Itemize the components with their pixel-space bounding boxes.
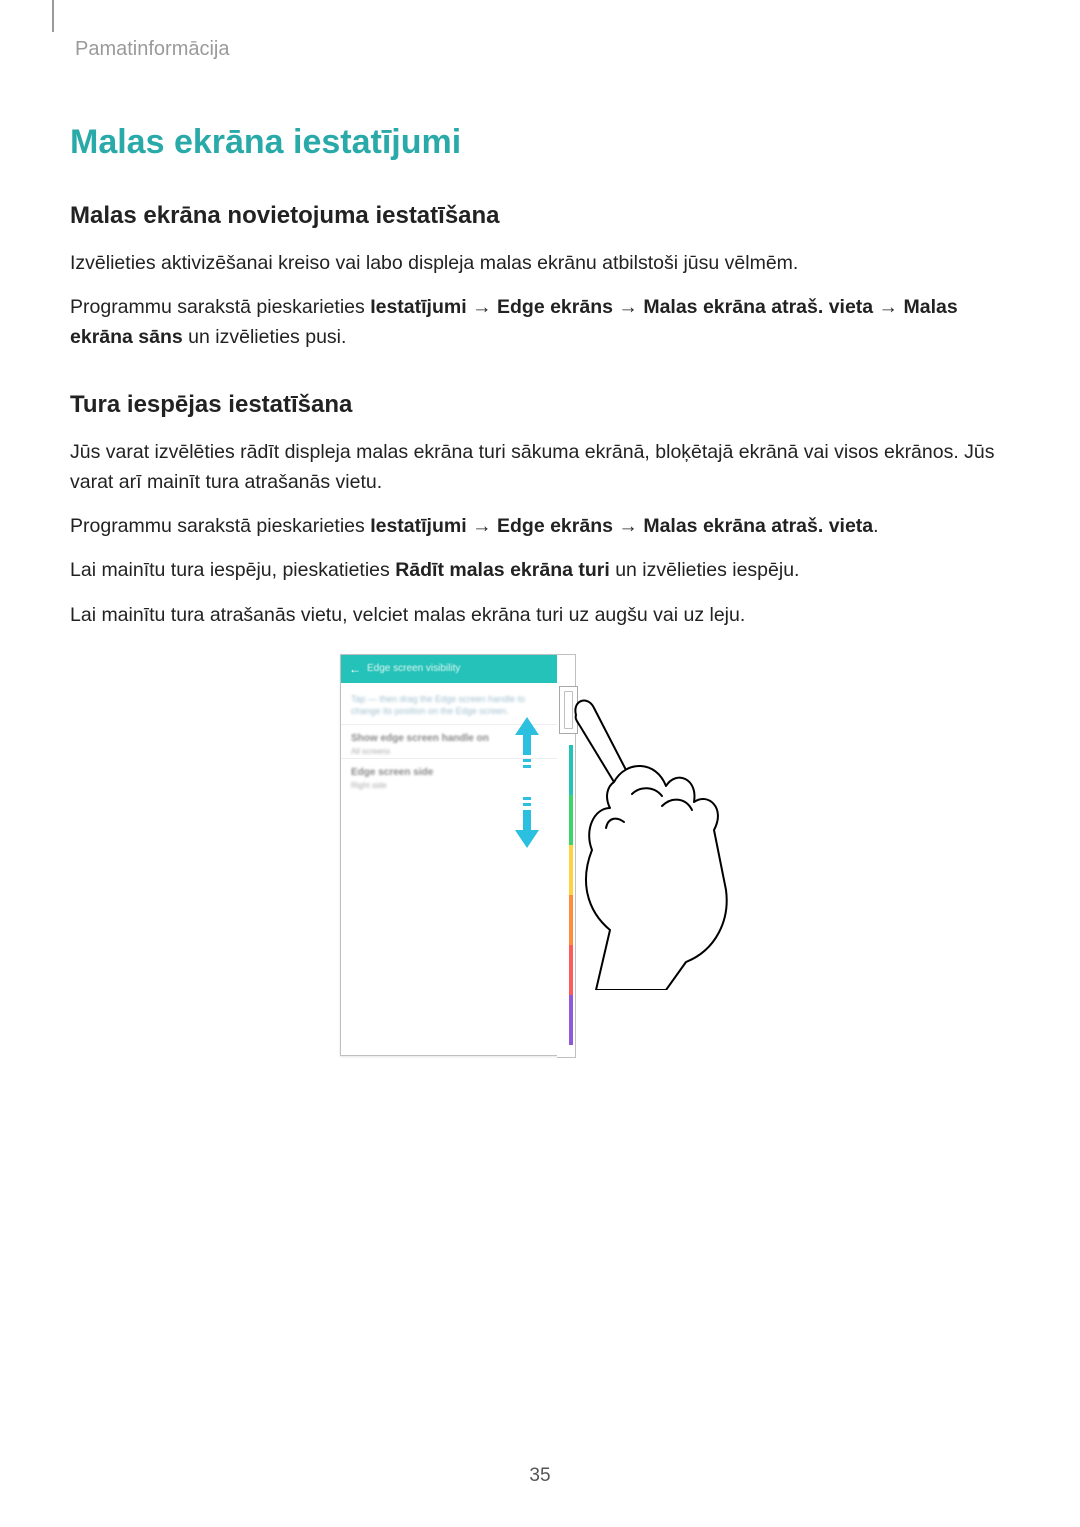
- text-fragment: Lai mainītu tura iespēju, pieskatieties: [70, 559, 395, 581]
- nav-step-edge-screen: Edge ekrāns: [497, 296, 613, 318]
- nav-step-edge-screen: Edge ekrāns: [497, 515, 613, 537]
- section2-paragraph2: Programmu sarakstā pieskarieties Iestatī…: [70, 511, 1010, 541]
- mock-row-sub: Right side: [351, 781, 547, 790]
- section2-paragraph4: Lai mainītu tura atrašanās vietu, velcie…: [70, 600, 1010, 630]
- text-fragment: Programmu sarakstā pieskarieties: [70, 296, 370, 318]
- tab-indicator: [52, 0, 54, 32]
- mock-toolbar: ← Edge screen visibility: [341, 655, 557, 683]
- section1-paragraph1: Izvēlieties aktivizēšanai kreiso vai lab…: [70, 248, 1010, 278]
- arrow-right-icon: →: [467, 296, 497, 318]
- section2-paragraph3: Lai mainītu tura iespēju, pieskatieties …: [70, 555, 1010, 585]
- page-number: 35: [0, 1465, 1080, 1487]
- mock-toolbar-title: Edge screen visibility: [367, 663, 460, 674]
- section1-heading: Malas ekrāna novietojuma iestatīšana: [70, 202, 1010, 230]
- nav-step-settings: Iestatījumi: [370, 296, 466, 318]
- nav-step-settings: Iestatījumi: [370, 515, 466, 537]
- arrow-right-icon: →: [613, 515, 643, 537]
- arrow-right-icon: →: [613, 296, 643, 318]
- drag-down-arrow-icon: [513, 795, 541, 850]
- drag-up-arrow-icon: [513, 715, 541, 770]
- text-fragment: un izvēlieties pusi.: [183, 326, 347, 348]
- arrow-right-icon: →: [873, 296, 903, 318]
- breadcrumb: Pamatinformācija: [75, 38, 1010, 61]
- text-fragment: Programmu sarakstā pieskarieties: [70, 515, 370, 537]
- section2-heading: Tura iespējas iestatīšana: [70, 391, 1010, 419]
- back-arrow-icon: ←: [349, 662, 361, 676]
- edge-seg: [569, 995, 573, 1045]
- page-title: Malas ekrāna iestatījumi: [70, 123, 1010, 162]
- nav-step-show-handle: Rādīt malas ekrāna turi: [395, 559, 610, 581]
- text-fragment: un izvēlieties iespēju.: [610, 559, 800, 581]
- arrow-right-icon: →: [467, 515, 497, 537]
- illustration-edge-handle: ← Edge screen visibility Tap — then drag…: [70, 654, 1010, 1074]
- text-fragment: .: [873, 515, 878, 537]
- nav-step-edge-position: Malas ekrāna atraš. vieta: [643, 515, 873, 537]
- nav-step-edge-position: Malas ekrāna atraš. vieta: [643, 296, 873, 318]
- section1-paragraph2: Programmu sarakstā pieskarieties Iestatī…: [70, 292, 1010, 352]
- phone-screen-mock: ← Edge screen visibility Tap — then drag…: [340, 654, 558, 1056]
- hand-pointer-icon: [566, 690, 746, 995]
- section2-paragraph1: Jūs varat izvēlēties rādīt displeja mala…: [70, 437, 1010, 497]
